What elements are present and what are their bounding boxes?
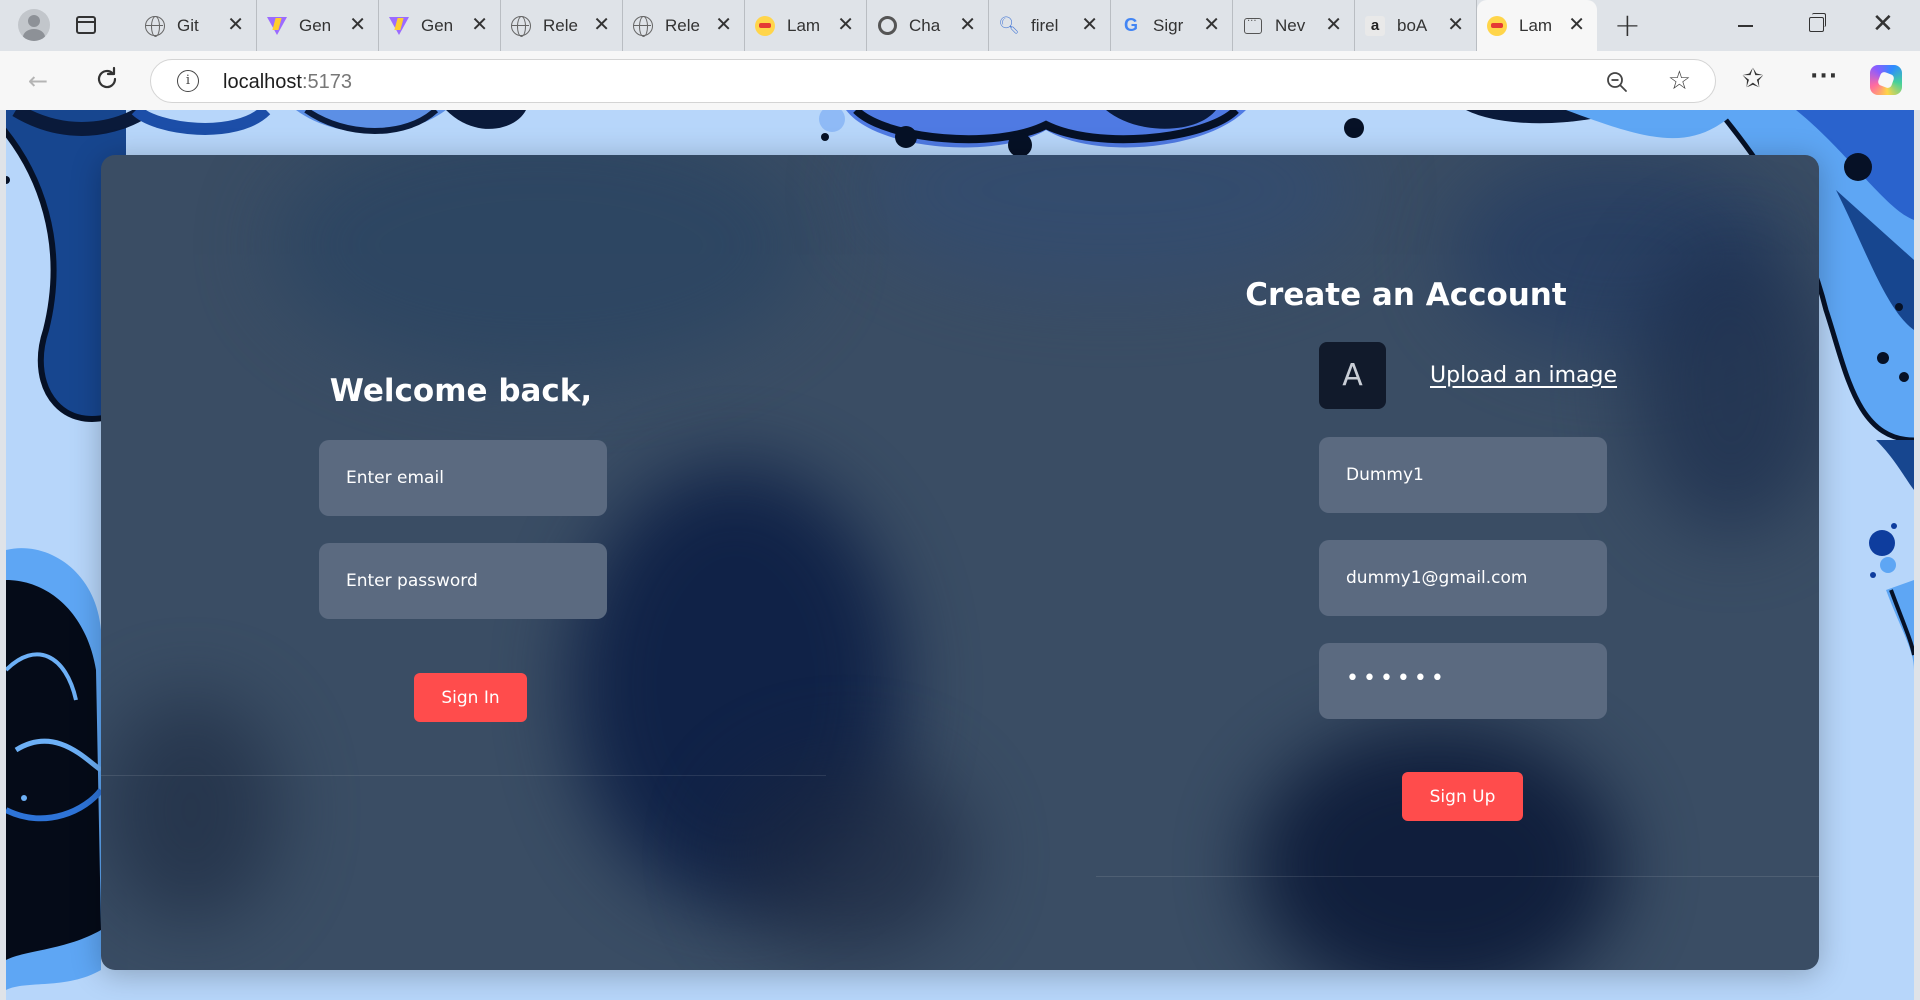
sign-in-button[interactable]: Sign In xyxy=(414,673,527,722)
tab-close-icon[interactable]: ✕ xyxy=(1081,14,1098,34)
browser-tab[interactable]: Gen ✕ xyxy=(379,0,501,51)
back-arrow-icon[interactable]: ← xyxy=(28,67,48,95)
globe-icon xyxy=(633,15,653,37)
page-viewport: Welcome back, Enter email Enter password… xyxy=(6,110,1914,1000)
newtab-icon xyxy=(1243,16,1263,36)
register-divider xyxy=(1096,876,1819,877)
register-username-input[interactable]: Dummy1 xyxy=(1319,437,1607,513)
browser-tab[interactable]: a boA ✕ xyxy=(1355,0,1477,51)
login-email-input[interactable]: Enter email xyxy=(319,440,607,516)
auth-card: Welcome back, Enter email Enter password… xyxy=(101,155,1819,970)
minimize-icon[interactable] xyxy=(1738,25,1753,27)
browser-toolbar: ← i localhost:5173 ☆ ✩ ··· xyxy=(0,51,1920,110)
tab-title: Rele xyxy=(543,15,578,35)
browser-tab[interactable]: 🔍︎ firel ✕ xyxy=(989,0,1111,51)
tab-title: Sigr xyxy=(1153,15,1184,35)
login-title: Welcome back, xyxy=(329,373,593,409)
tab-close-icon[interactable]: ✕ xyxy=(837,14,854,34)
tab-title: Nev xyxy=(1275,15,1306,35)
site-info-icon[interactable]: i xyxy=(177,70,199,92)
tab-close-icon[interactable]: ✕ xyxy=(349,14,366,34)
tab-title: firel xyxy=(1031,15,1059,35)
login-password-input[interactable]: Enter password xyxy=(319,543,607,619)
profile-avatar-icon[interactable] xyxy=(18,9,50,41)
tab-title: Gen xyxy=(421,15,454,35)
tab-title: Cha xyxy=(909,15,941,35)
browser-tab-active[interactable]: Lam ✕ xyxy=(1477,0,1597,51)
tab-list: Git ✕ Gen ✕ Gen ✕ Rele ✕ Rele ✕ Lam ✕ Ch… xyxy=(135,0,1597,51)
vite-icon xyxy=(389,16,409,36)
more-options-icon[interactable]: ··· xyxy=(1810,61,1838,93)
copilot-icon[interactable] xyxy=(1870,65,1902,95)
tab-title: Lam xyxy=(1519,15,1553,35)
url-port: :5173 xyxy=(301,71,352,93)
tab-title: boA xyxy=(1397,15,1428,35)
browser-tab[interactable]: Git ✕ xyxy=(135,0,257,51)
login-divider xyxy=(101,775,826,776)
url-text[interactable]: localhost:5173 xyxy=(223,71,352,94)
register-title: Create an Account xyxy=(1245,277,1567,313)
zoom-out-icon[interactable] xyxy=(1605,70,1629,94)
new-tab-icon[interactable]: + xyxy=(1614,9,1641,41)
lam-icon xyxy=(1487,15,1507,36)
address-bar[interactable]: i localhost:5173 ☆ xyxy=(150,59,1716,103)
browser-tab[interactable]: Gen ✕ xyxy=(257,0,379,51)
google-icon: G xyxy=(1123,15,1138,35)
tab-close-icon[interactable]: ✕ xyxy=(1568,14,1585,34)
window-close-icon[interactable]: ✕ xyxy=(1872,10,1894,38)
lam-icon xyxy=(755,15,775,36)
browser-tab-strip: Git ✕ Gen ✕ Gen ✕ Rele ✕ Rele ✕ Lam ✕ Ch… xyxy=(0,0,1920,51)
favorites-list-icon[interactable]: ✩ xyxy=(1742,63,1764,95)
browser-tab[interactable]: Nev ✕ xyxy=(1233,0,1355,51)
openai-icon xyxy=(877,16,897,36)
browser-tab[interactable]: Lam ✕ xyxy=(745,0,867,51)
register-email-input[interactable]: dummy1@gmail.com xyxy=(1319,540,1607,616)
url-host: localhost xyxy=(223,71,302,93)
tab-close-icon[interactable]: ✕ xyxy=(959,14,976,34)
browser-tab[interactable]: Rele ✕ xyxy=(501,0,623,51)
avatar-placeholder[interactable]: A xyxy=(1319,342,1386,409)
tab-close-icon[interactable]: ✕ xyxy=(715,14,732,34)
upload-image-link[interactable]: Upload an image xyxy=(1430,363,1617,388)
reload-icon[interactable] xyxy=(93,65,121,93)
restore-icon[interactable] xyxy=(1809,13,1826,32)
tab-close-icon[interactable]: ✕ xyxy=(1325,14,1342,34)
tab-close-icon[interactable]: ✕ xyxy=(1447,14,1464,34)
tab-close-icon[interactable]: ✕ xyxy=(593,14,610,34)
favorite-star-icon[interactable]: ☆ xyxy=(1668,66,1691,96)
tab-close-icon[interactable]: ✕ xyxy=(1203,14,1220,34)
browser-tab[interactable]: G Sigr ✕ xyxy=(1111,0,1233,51)
globe-icon xyxy=(145,15,165,37)
globe-icon xyxy=(511,15,531,37)
register-password-input[interactable]: •••••• xyxy=(1319,643,1607,719)
tab-title: Git xyxy=(177,15,199,35)
search-icon: 🔍︎ xyxy=(998,15,1020,36)
vite-icon xyxy=(267,16,287,36)
browser-tab[interactable]: Cha ✕ xyxy=(867,0,989,51)
tab-close-icon[interactable]: ✕ xyxy=(471,14,488,34)
sign-up-button[interactable]: Sign Up xyxy=(1402,772,1523,821)
tab-title: Gen xyxy=(299,15,332,35)
tab-actions-icon[interactable] xyxy=(74,12,100,38)
amazon-icon: a xyxy=(1365,15,1385,36)
tab-close-icon[interactable]: ✕ xyxy=(227,14,244,34)
browser-tab[interactable]: Rele ✕ xyxy=(623,0,745,51)
tab-title: Rele xyxy=(665,15,700,35)
tab-title: Lam xyxy=(787,15,821,35)
